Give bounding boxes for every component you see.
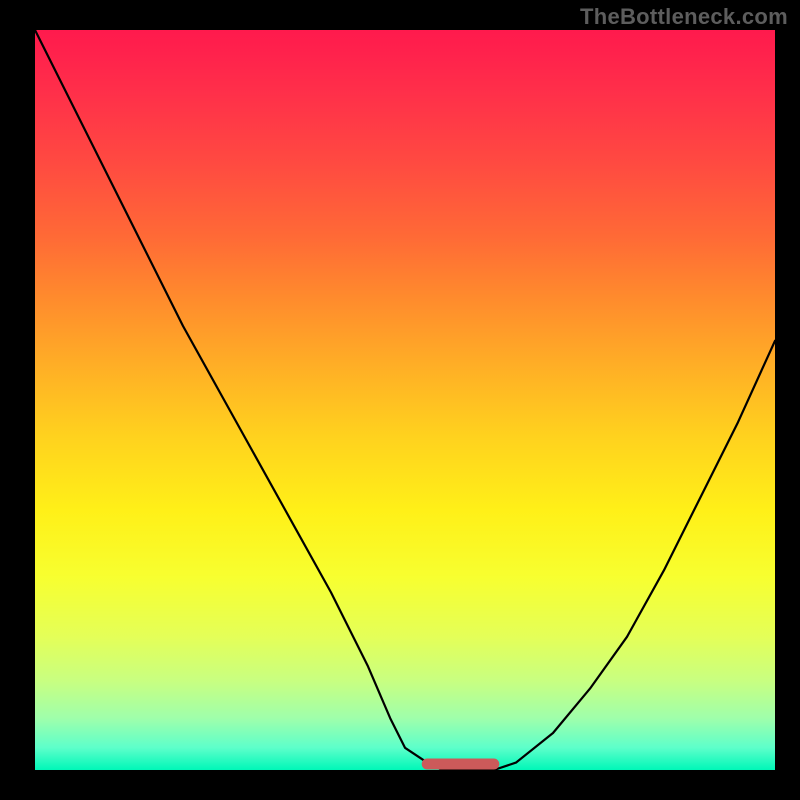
plot-area (35, 30, 775, 770)
chart-frame: TheBottleneck.com (0, 0, 800, 800)
watermark-text: TheBottleneck.com (580, 4, 788, 30)
curve-layer (35, 30, 775, 770)
bottleneck-curve (35, 30, 775, 770)
